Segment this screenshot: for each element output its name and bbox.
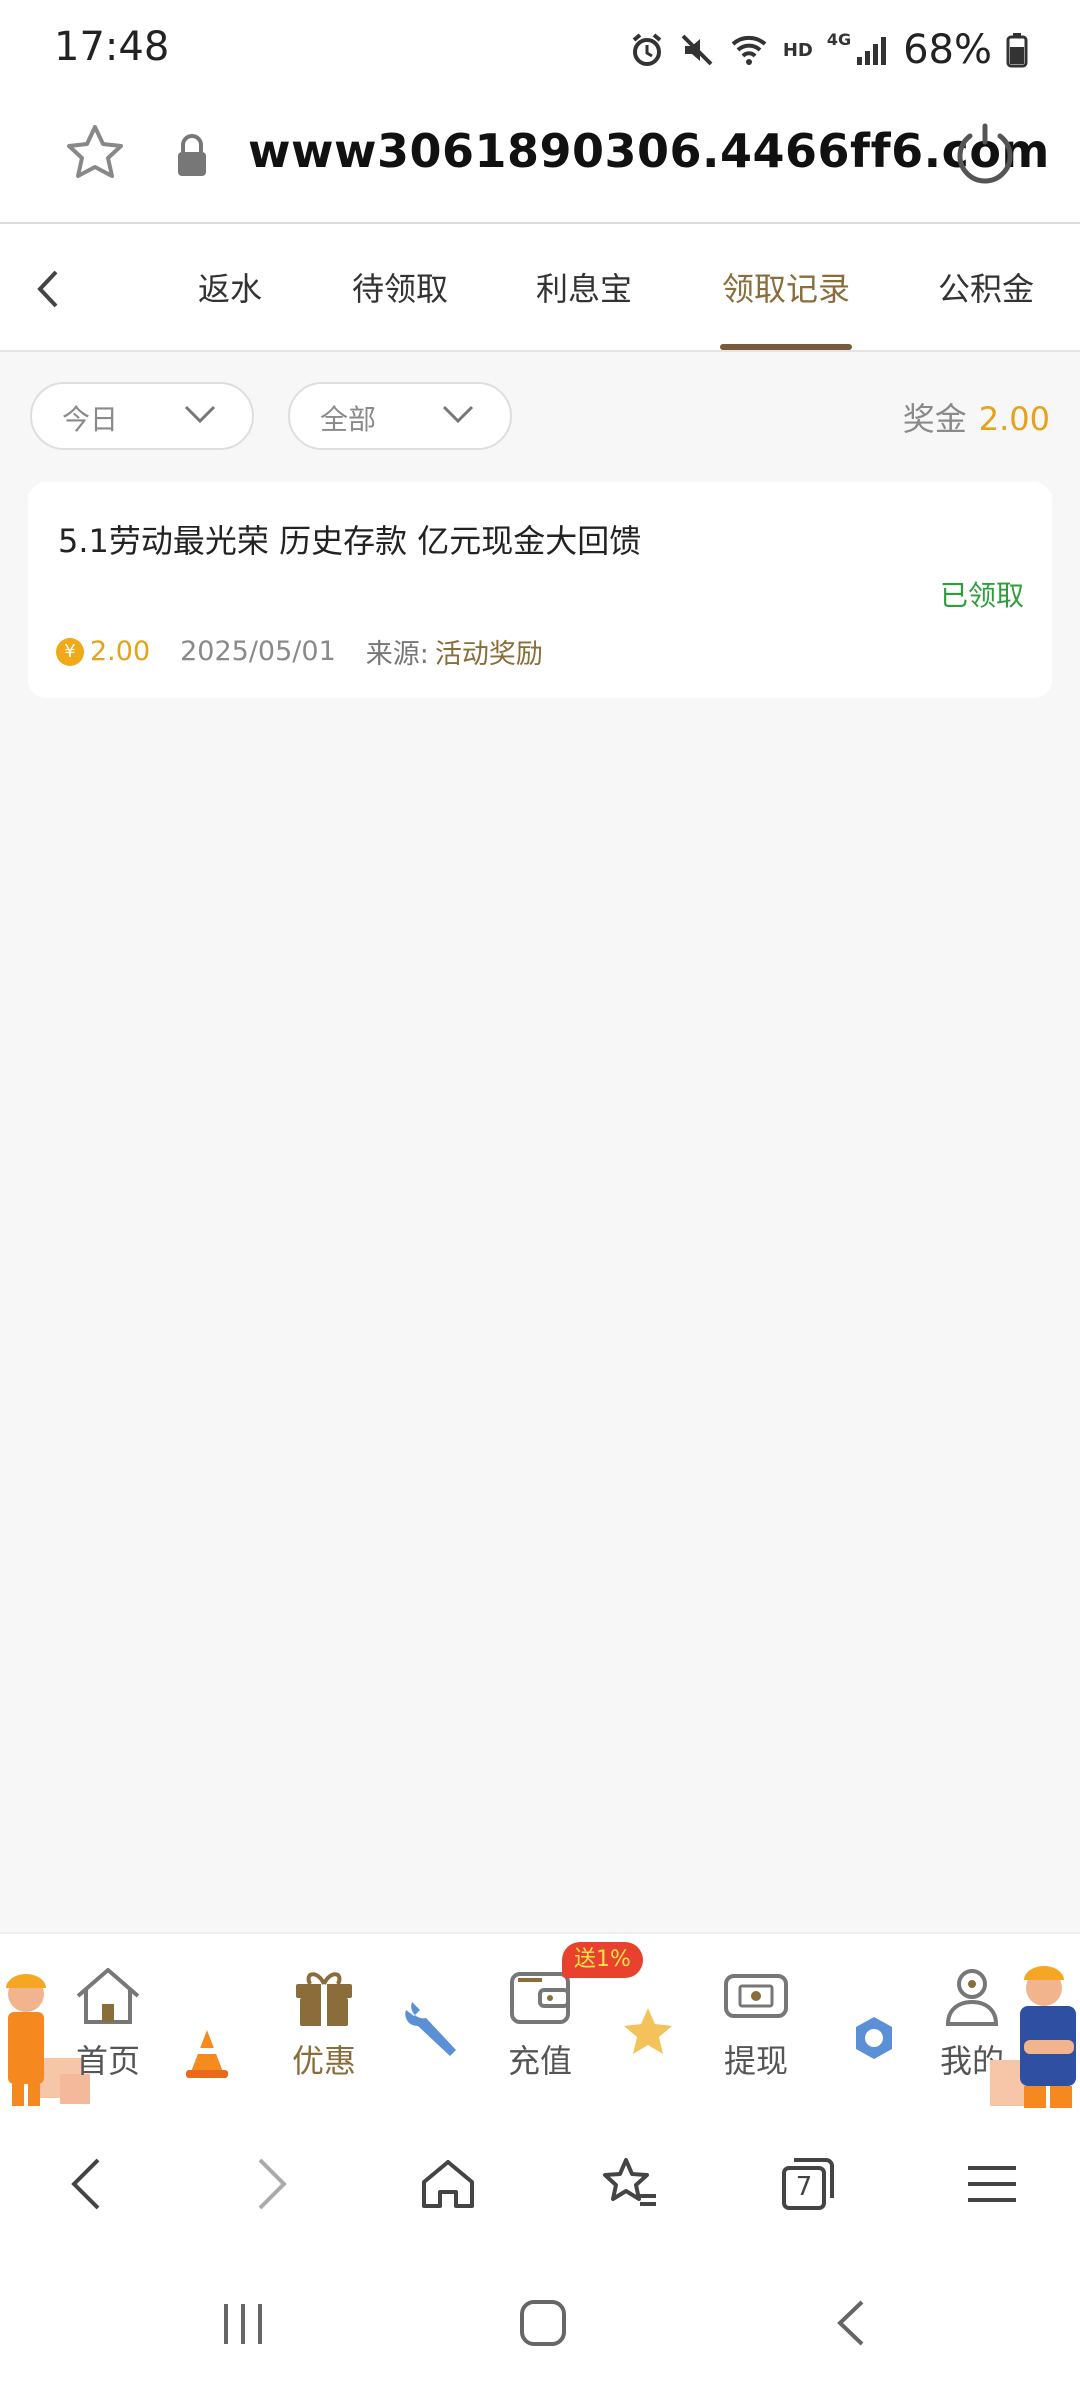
mute-icon: [681, 34, 713, 66]
nav-withdraw[interactable]: 提现: [696, 1964, 816, 2082]
record-date: 2025/05/01: [180, 636, 336, 667]
recent-apps-icon[interactable]: [218, 2298, 268, 2348]
home-icon: [76, 1968, 140, 2024]
date-filter-value: 今日: [62, 403, 119, 436]
alarm-icon: [632, 33, 662, 66]
active-tab-indicator: [720, 344, 852, 350]
4g-signal-icon: [857, 37, 887, 65]
nav-promotions-label: 优惠: [291, 2042, 356, 2080]
nav-promotions[interactable]: 优惠: [264, 1964, 384, 2082]
chevron-down-icon: [442, 405, 474, 424]
type-filter-select[interactable]: 全部: [288, 382, 512, 450]
battery-icon: [1006, 33, 1028, 68]
url-text[interactable]: www3061890306.4466ff6.com: [248, 124, 1050, 178]
record-source-label: 来源:: [365, 639, 429, 670]
record-meta: ¥ 2.00 2025/05/01 来源: 活动奖励: [56, 632, 543, 671]
hex-nut-icon: [856, 2017, 892, 2059]
worker-illustration-right: [990, 1966, 1076, 2108]
lock-icon: [178, 134, 206, 176]
nav-recharge-label: 充值: [507, 2042, 572, 2080]
tab-provident-fund[interactable]: 公积金: [938, 264, 1034, 314]
tab-rebate[interactable]: 返水: [198, 264, 262, 314]
hd-icon: HD: [782, 39, 813, 61]
date-filter-select[interactable]: 今日: [30, 382, 254, 450]
record-title: 5.1劳动最光荣 历史存款 亿元现金大回馈: [58, 522, 642, 560]
wrench-icon: [405, 2002, 456, 2056]
tab-claim-records[interactable]: 领取记录: [722, 264, 850, 314]
back-arrow-icon[interactable]: [26, 264, 70, 314]
address-bar: www3061890306.4466ff6.com: [0, 100, 1080, 224]
chevron-down-icon: [184, 405, 216, 424]
menu-icon[interactable]: [962, 2154, 1022, 2214]
bookmarks-icon[interactable]: [600, 2154, 660, 2214]
reload-icon[interactable]: [952, 122, 1018, 188]
wifi-icon: [731, 35, 767, 65]
network-type: 4G: [826, 30, 852, 49]
battery-percent: 68%: [903, 27, 992, 73]
browser-toolbar: 7: [0, 2114, 1080, 2254]
bonus-total: 奖金 2.00: [903, 394, 1050, 440]
recharge-bonus-badge: 送1%: [562, 1942, 643, 1978]
status-time: 17:48: [54, 24, 170, 70]
status-bar: 17:48 HD 4G 68%: [0, 0, 1080, 100]
status-icons: HD 4G 68%: [629, 22, 1028, 78]
tab-pending[interactable]: 待领取: [352, 264, 448, 314]
coin-icon: ¥: [56, 637, 84, 666]
tabs-button[interactable]: 7: [778, 2154, 838, 2214]
system-nav-bar: [0, 2254, 1080, 2400]
tab-count: 7: [795, 2172, 813, 2202]
traffic-cone-icon: [186, 2030, 228, 2078]
record-source: 活动奖励: [434, 639, 543, 670]
browser-home-icon[interactable]: [418, 2154, 478, 2214]
home-button-icon[interactable]: [518, 2298, 568, 2348]
nav-withdraw-label: 提现: [723, 2042, 788, 2080]
bookmark-star-icon[interactable]: [62, 122, 128, 188]
nav-home[interactable]: 首页: [48, 1964, 168, 2082]
record-amount: 2.00: [90, 636, 151, 667]
bonus-value: 2.00: [978, 400, 1050, 438]
nav-recharge[interactable]: 充值: [480, 1964, 600, 2082]
bonus-label: 奖金: [902, 400, 967, 438]
withdraw-icon: [724, 1974, 788, 2018]
browser-forward-icon[interactable]: [240, 2154, 300, 2214]
tab-interest[interactable]: 利息宝: [536, 264, 632, 314]
nav-home-label: 首页: [75, 2042, 140, 2080]
gift-icon: [296, 1972, 352, 2026]
star-decor-icon: [624, 2008, 672, 2054]
record-card[interactable]: 5.1劳动最光荣 历史存款 亿元现金大回馈 已领取 ¥ 2.00 2025/05…: [28, 482, 1052, 698]
system-back-icon[interactable]: [826, 2298, 876, 2348]
app-bottom-nav: 首页 优惠 充值 提现 我的: [0, 1932, 1080, 2114]
tab-bar: 返水 待领取 利息宝 领取记录 公积金: [0, 224, 1080, 352]
type-filter-value: 全部: [320, 403, 377, 436]
browser-back-icon[interactable]: [58, 2154, 118, 2214]
record-status: 已领取: [939, 579, 1024, 612]
